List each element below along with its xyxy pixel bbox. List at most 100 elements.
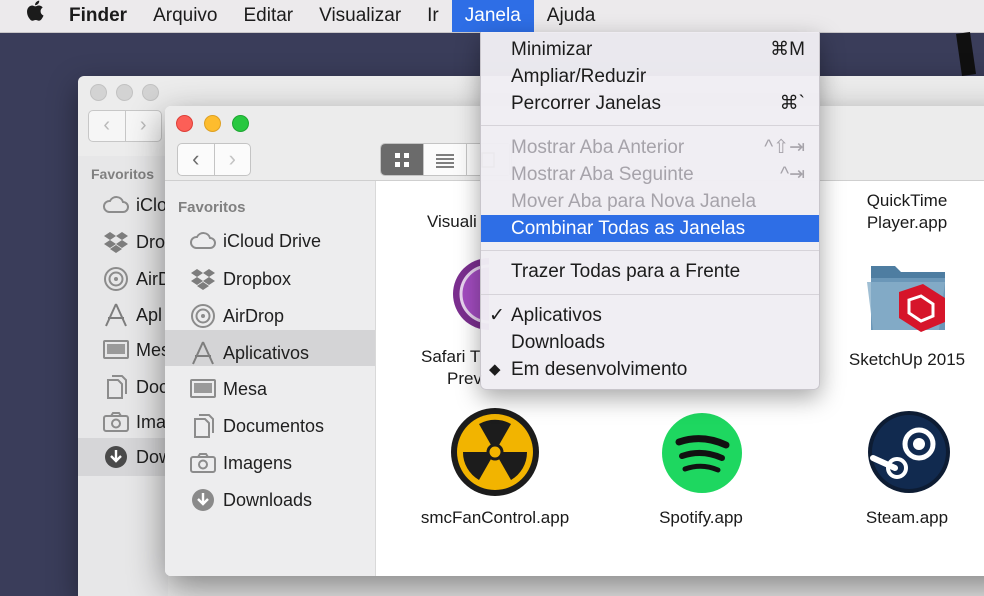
menu-visualizar[interactable]: Visualizar bbox=[306, 0, 414, 32]
apple-icon bbox=[27, 0, 44, 21]
zoom-button-inactive[interactable] bbox=[142, 84, 159, 101]
menu-item-percorrer-janelas[interactable]: Percorrer Janelas ⌘` bbox=[481, 90, 819, 117]
menu-item-minimizar[interactable]: Minimizar ⌘M bbox=[481, 36, 819, 63]
close-button[interactable] bbox=[176, 115, 193, 132]
app-item-sketchup[interactable]: SketchUp 2015 bbox=[847, 350, 967, 370]
sketchup-icon bbox=[867, 266, 945, 332]
sidebar-item-imagens[interactable]: Imagens bbox=[189, 451, 292, 475]
sidebar-heading: Favoritos bbox=[91, 166, 155, 182]
sidebar-item-icloud-drive[interactable]: iCloud Drive bbox=[189, 230, 321, 252]
minimize-button-inactive[interactable] bbox=[116, 84, 133, 101]
cloud-icon bbox=[190, 232, 216, 249]
menu-finder[interactable]: Finder bbox=[56, 0, 140, 32]
app-item-safari-preview[interactable]: Safari T Prev bbox=[421, 346, 482, 390]
sidebar: Favoritos iCloud Drive Dropbox AirDrop A… bbox=[165, 181, 376, 576]
documents-icon bbox=[107, 375, 127, 399]
list-view-button[interactable] bbox=[424, 144, 467, 175]
applications-icon bbox=[105, 303, 127, 327]
sidebar-item-aplicativos[interactable]: Apl bbox=[102, 302, 162, 328]
airdrop-icon bbox=[191, 304, 215, 328]
sidebar-item-mesa[interactable]: Mes bbox=[102, 338, 170, 362]
downloads-icon bbox=[105, 446, 127, 468]
menu-ir[interactable]: Ir bbox=[414, 0, 452, 32]
sidebar-item-documentos[interactable]: Documentos bbox=[189, 413, 324, 439]
app-label: Safari T bbox=[421, 347, 481, 366]
sidebar-heading: Favoritos bbox=[178, 199, 246, 216]
back-button[interactable]: ‹ bbox=[178, 144, 214, 175]
menu-item-window-aplicativos[interactable]: ✓ Aplicativos bbox=[481, 302, 819, 329]
menu-item-combinar-todas[interactable]: Combinar Todas as Janelas bbox=[481, 215, 819, 242]
app-label: QuickTime bbox=[866, 191, 948, 210]
sidebar-item-mesa[interactable]: Mesa bbox=[189, 377, 267, 401]
forward-button[interactable]: › bbox=[126, 111, 162, 141]
app-label: Prev bbox=[447, 369, 482, 388]
sidebar-item-aplicativos[interactable]: Aplicativos bbox=[189, 340, 309, 366]
documents-icon bbox=[194, 414, 214, 438]
janela-menu: Minimizar ⌘M Ampliar/Reduzir Percorrer J… bbox=[480, 32, 820, 390]
sidebar-item-downloads[interactable]: Downloads bbox=[189, 487, 312, 513]
sidebar-item-airdrop[interactable]: AirD bbox=[102, 266, 171, 292]
back-forward-buttons: ‹ › bbox=[177, 143, 251, 176]
app-label: Spotify.app bbox=[659, 508, 743, 527]
grid-icon bbox=[395, 152, 409, 167]
menu-bar: Finder Arquivo Editar Visualizar Ir Jane… bbox=[0, 0, 984, 33]
steam-icon bbox=[868, 411, 950, 493]
sidebar-item-icloud[interactable]: iClo bbox=[102, 194, 167, 216]
sidebar-item-dropbox[interactable]: Dropbox bbox=[189, 267, 291, 291]
dropbox-icon bbox=[191, 269, 215, 290]
menu-arquivo[interactable]: Arquivo bbox=[140, 0, 230, 32]
sidebar-item-dropbox[interactable]: Dro bbox=[102, 230, 165, 254]
menu-item-trazer-todas[interactable]: Trazer Todas para a Frente bbox=[481, 258, 819, 285]
app-item-spotify[interactable]: Spotify.app bbox=[631, 508, 771, 528]
back-forward-buttons: ‹ › bbox=[88, 110, 162, 142]
menu-separator bbox=[481, 125, 819, 126]
spotify-icon bbox=[662, 413, 742, 493]
cloud-icon bbox=[103, 196, 129, 213]
menu-separator bbox=[481, 250, 819, 251]
app-item-steam[interactable]: Steam.app bbox=[847, 508, 967, 528]
app-item-visuali[interactable]: Visuali bbox=[427, 212, 477, 232]
shortcut-label: ⌘` bbox=[779, 93, 805, 114]
shortcut-label: ⌘M bbox=[770, 39, 805, 60]
menu-item-ampliar-reduzir[interactable]: Ampliar/Reduzir bbox=[481, 63, 819, 90]
menu-item-mover-aba: Mover Aba para Nova Janela bbox=[511, 191, 757, 212]
icon-view-button[interactable] bbox=[381, 144, 424, 175]
menu-item-window-downloads[interactable]: Downloads bbox=[481, 329, 819, 356]
camera-icon bbox=[103, 412, 129, 432]
menu-item-window-em-desenvolvimento[interactable]: ◆ Em desenvolvimento bbox=[481, 356, 819, 383]
downloads-icon bbox=[192, 489, 214, 511]
app-label: SketchUp 2015 bbox=[848, 350, 966, 369]
apple-menu[interactable] bbox=[0, 0, 56, 32]
sidebar-item-documentos[interactable]: Doc bbox=[102, 374, 168, 400]
menu-ajuda[interactable]: Ajuda bbox=[534, 0, 609, 32]
sidebar-back: Favoritos iClo Dro AirD Apl Mes Doc Imag bbox=[78, 156, 176, 596]
shortcut-label: ^⇧⇥ bbox=[764, 137, 805, 158]
sidebar-item-airdrop[interactable]: AirDrop bbox=[189, 303, 284, 329]
app-label: smcFanControl.app bbox=[420, 508, 570, 527]
menu-item-mostrar-aba-anterior: Mostrar Aba Anterior ^⇧⇥ bbox=[481, 134, 819, 161]
app-label: Player.app bbox=[866, 213, 948, 232]
checkmark-icon: ✓ bbox=[489, 305, 505, 326]
zoom-button[interactable] bbox=[232, 115, 249, 132]
smcfancontrol-icon bbox=[451, 408, 539, 496]
app-label: Visuali bbox=[427, 212, 477, 231]
app-item-smcfancontrol[interactable]: smcFanControl.app bbox=[415, 508, 575, 528]
sidebar-item-downloads[interactable]: Dow bbox=[102, 444, 172, 470]
applications-icon bbox=[192, 341, 214, 365]
shortcut-label: ^⇥ bbox=[780, 164, 805, 185]
app-item-quicktime[interactable]: QuickTime Player.app bbox=[847, 190, 967, 234]
menu-editar[interactable]: Editar bbox=[230, 0, 306, 32]
forward-button[interactable]: › bbox=[213, 144, 251, 175]
dropbox-icon bbox=[104, 232, 128, 253]
back-button[interactable]: ‹ bbox=[89, 111, 126, 141]
minimize-button[interactable] bbox=[204, 115, 221, 132]
airdrop-icon bbox=[104, 267, 128, 291]
camera-icon bbox=[190, 453, 216, 473]
desktop-icon bbox=[103, 340, 129, 359]
close-button-inactive[interactable] bbox=[90, 84, 107, 101]
diamond-icon: ◆ bbox=[489, 361, 501, 378]
desktop-icon bbox=[190, 379, 216, 398]
menu-janela[interactable]: Janela bbox=[451, 0, 534, 32]
app-label: Steam.app bbox=[865, 508, 949, 527]
menu-separator bbox=[481, 294, 819, 295]
